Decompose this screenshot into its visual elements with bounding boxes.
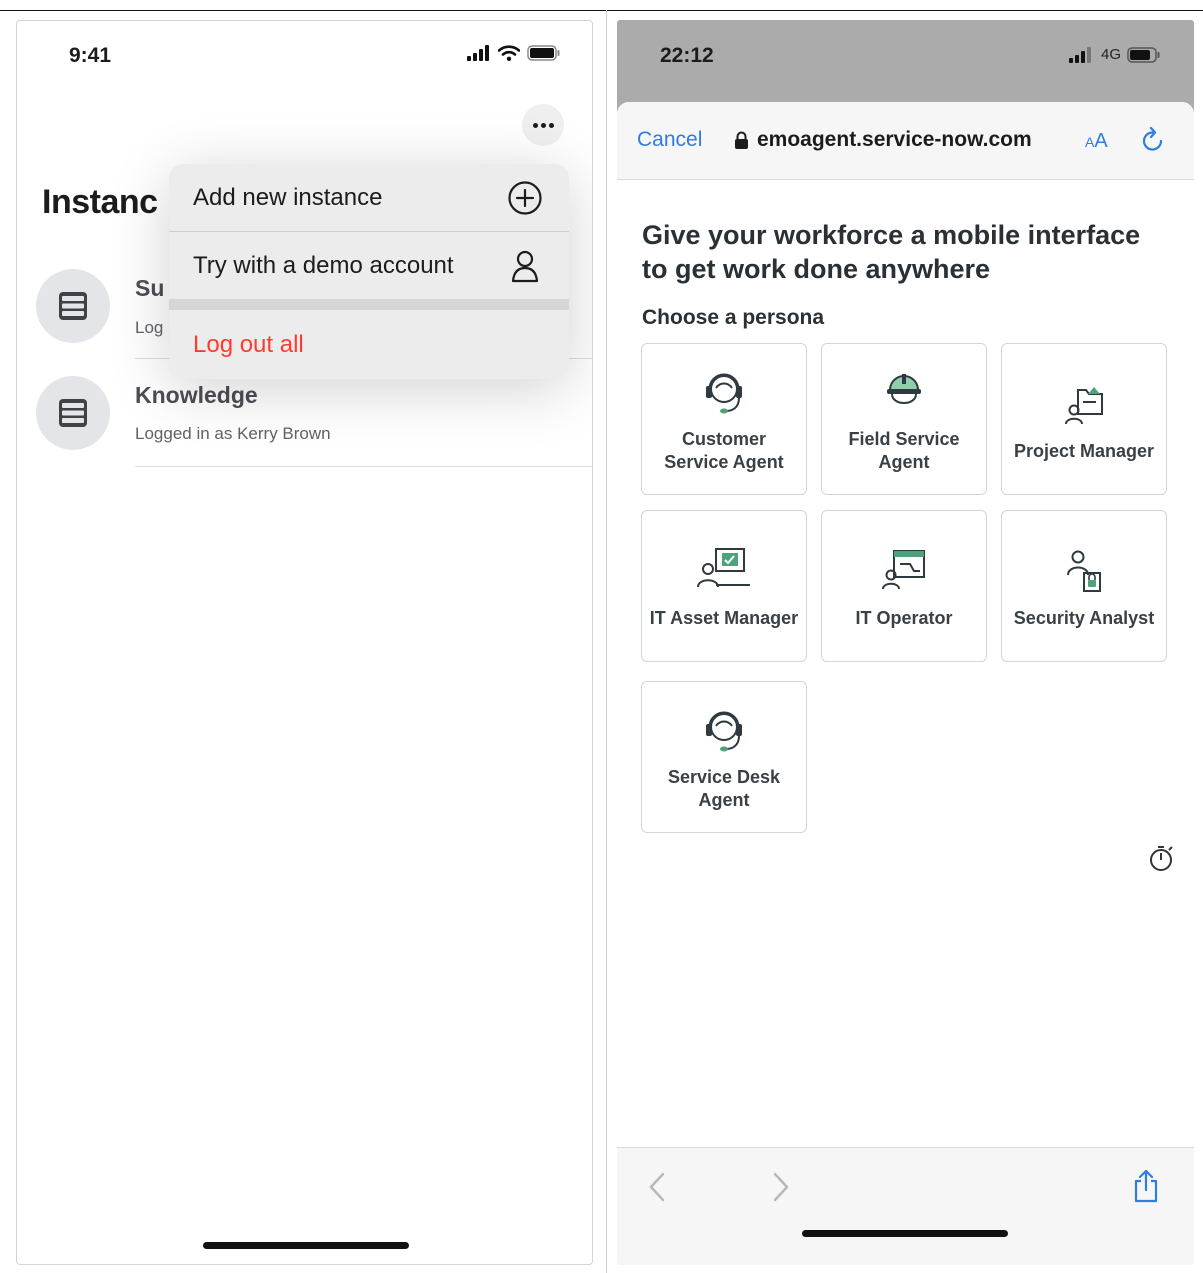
menu-item-label: Try with a demo account [193,251,454,279]
persona-label: Security Analyst [1013,607,1155,628]
persona-label: Field Service Agent [848,429,960,472]
stopwatch-icon[interactable] [1149,844,1175,877]
instance-row[interactable]: Knowledge Logged in as Kerry Brown [36,376,592,466]
top-rule [0,10,1203,11]
forward-icon[interactable] [771,1170,791,1209]
instance-name: Knowledge [135,382,258,408]
menu-item-label: Add new instance [193,183,383,211]
url-text: emoagent.service-now.com [757,128,1032,151]
server-icon [36,376,110,450]
menu-item-demo-account[interactable]: Try with a demo account [169,232,569,299]
text-size-large: A [1094,130,1108,152]
battery-icon [1127,46,1160,63]
person-icon [505,249,545,283]
share-icon[interactable] [1131,1168,1161,1209]
ellipsis-dot [548,122,554,128]
plus-circle-icon [505,180,545,216]
persona-label: IT Operator [855,607,953,628]
instance-subtitle: Log [135,318,164,337]
home-indicator [802,1230,1008,1237]
browser-toolbar [617,1147,1194,1265]
status-icons: 4G [1069,46,1161,63]
headset-agent-icon [706,373,742,414]
reload-icon[interactable] [1141,126,1165,157]
instance-name: Su [135,275,165,301]
persona-card-service-desk-agent[interactable]: Service Desk Agent [641,681,807,833]
ellipsis-dot [540,122,546,128]
lock-person-icon [1067,550,1101,592]
persona-heading: Choose a persona [642,306,825,329]
persona-label: Service Desk Agent [667,767,781,810]
instance-subtitle: Logged in as Kerry Brown [135,424,331,443]
cellular-signal-icon [1069,46,1091,63]
text-size-button[interactable]: AA [1085,130,1108,153]
browser-navbar: Cancel emoagent.service-now.com AA [617,102,1194,180]
status-time: 9:41 [69,44,112,67]
persona-card-field-service-agent[interactable]: Field Service Agent [821,343,987,495]
context-menu: Add new instance Try with a demo account… [169,164,569,379]
menu-item-add-instance[interactable]: Add new instance [169,164,569,231]
battery-icon [527,45,560,61]
row-separator [135,466,592,467]
headset-agent-icon [706,711,742,752]
more-options-button[interactable] [522,104,564,146]
left-phone-screen: 9:41 Instanc Su Log Knowledge Logged in … [16,20,593,1265]
wifi-icon [498,45,520,61]
back-icon[interactable] [647,1170,667,1209]
persona-card-security-analyst[interactable]: Security Analyst [1001,510,1167,662]
menu-item-label: Log out all [193,330,304,358]
cancel-button[interactable]: Cancel [637,128,702,152]
status-icons [467,45,561,61]
lock-icon [735,131,748,149]
home-indicator [203,1242,409,1249]
persona-card-it-operator[interactable]: IT Operator [821,510,987,662]
status-time: 22:12 [660,44,714,67]
operator-console-icon [882,549,925,589]
screenshot-divider [606,10,607,1273]
server-icon [36,269,110,343]
menu-item-logout-all[interactable]: Log out all [169,311,569,378]
persona-label: Project Manager [1013,440,1155,461]
persona-label: IT Asset Manager [649,607,799,628]
project-folder-icon [1065,386,1103,424]
ellipsis-icon [532,122,538,128]
browser-sheet: Cancel emoagent.service-now.com AA Give … [617,102,1194,1265]
network-type: 4G [1101,46,1122,63]
persona-card-it-asset-manager[interactable]: IT Asset Manager [641,510,807,662]
hard-hat-icon [887,374,921,404]
right-phone-screen: 22:12 4G Cancel emoagent.service-now.com… [617,20,1194,1265]
page-headline: Give your workforce a mobile interface t… [642,220,1141,284]
address-bar[interactable]: emoagent.service-now.com [734,128,1032,152]
persona-label: Customer Service Agent [664,429,784,472]
asset-screen-icon [697,547,750,587]
persona-card-project-manager[interactable]: Project Manager [1001,343,1167,495]
page-title: Instanc [42,183,158,221]
menu-group-gap [169,299,569,310]
cellular-signal-icon [467,45,489,61]
persona-card-customer-service-agent[interactable]: Customer Service Agent [641,343,807,495]
text-size-small: A [1085,134,1095,150]
